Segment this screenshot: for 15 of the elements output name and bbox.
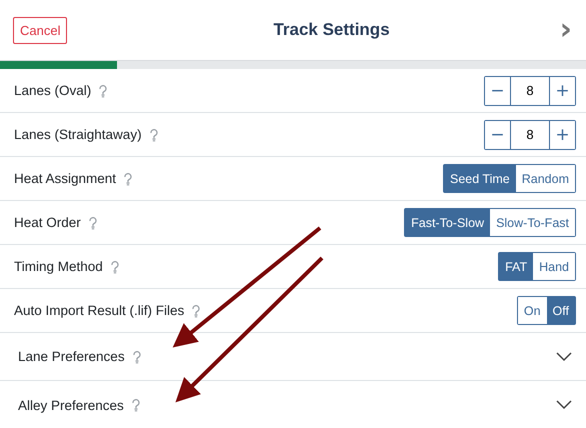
segment-option[interactable]: FAT — [499, 253, 534, 280]
setting-label: Lanes (Straightaway) — [14, 127, 142, 142]
setting-label: Lanes (Oval) — [14, 83, 92, 98]
setting-label: Timing Method — [14, 259, 103, 274]
setting-label: Heat Order — [14, 215, 81, 230]
setting-label: Lane Preferences — [18, 349, 125, 364]
setting-label: Alley Preferences — [18, 398, 124, 412]
segment-option[interactable]: Seed Time — [444, 165, 516, 192]
next-button[interactable]: › — [556, 15, 576, 45]
setting-label: Auto Import Result (.lif) Files — [14, 303, 184, 318]
window-title: Track Settings — [273, 20, 390, 40]
cancel-button[interactable]: Cancel — [13, 16, 68, 44]
setting-label: Heat Assignment — [14, 171, 116, 186]
segment-option[interactable]: Fast-To-Slow — [405, 209, 490, 236]
segment-option[interactable]: Off — [546, 297, 575, 324]
